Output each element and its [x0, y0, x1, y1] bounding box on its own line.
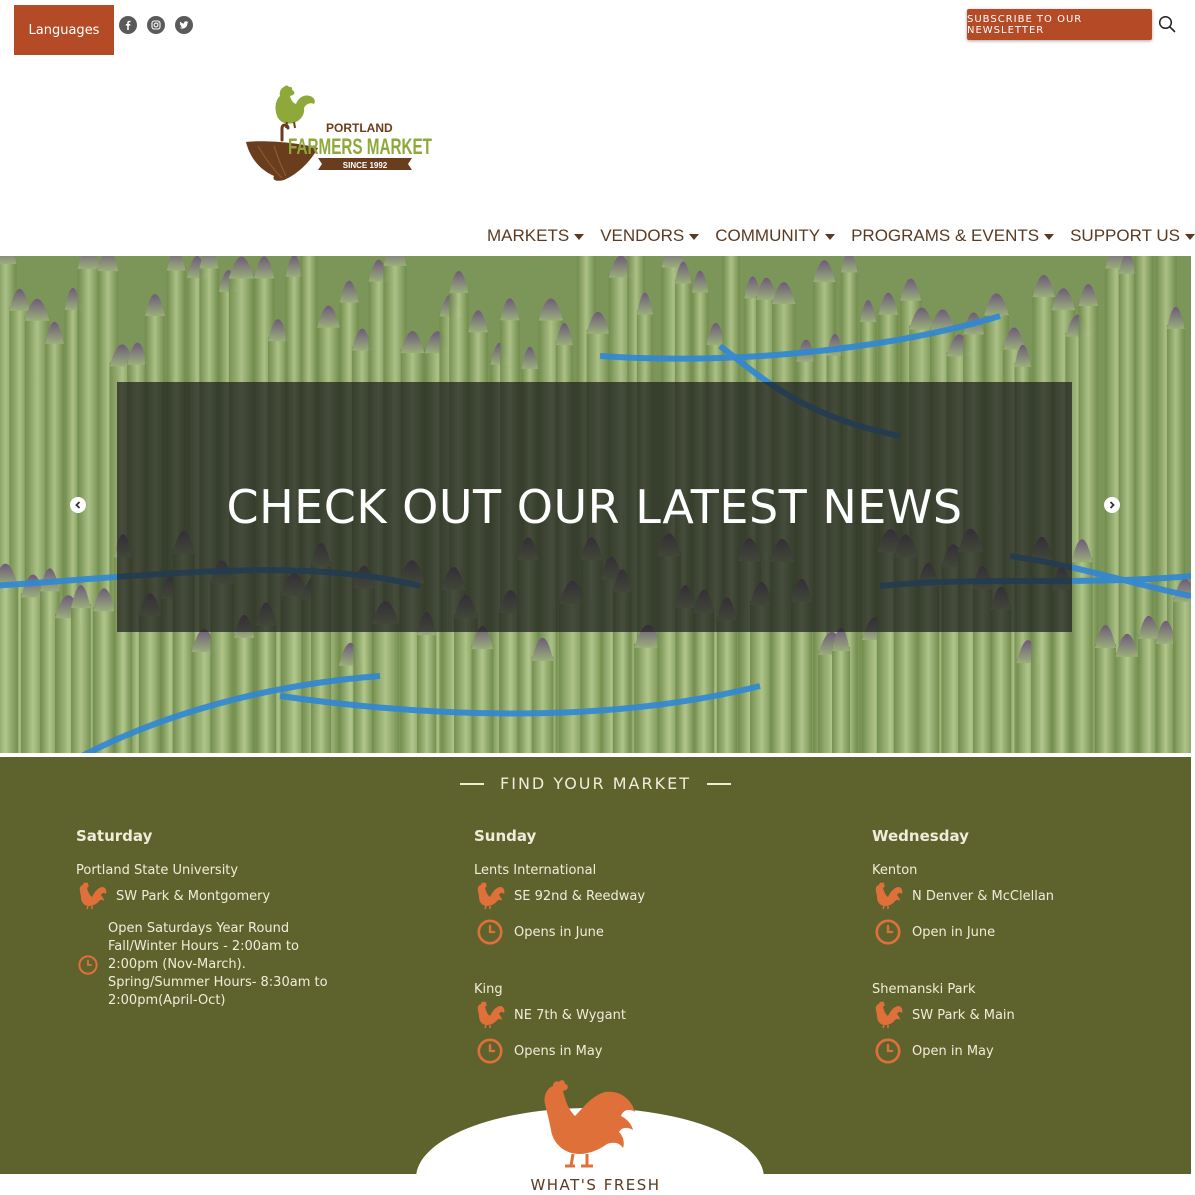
caret-down-icon	[1184, 234, 1195, 240]
clock-icon	[872, 916, 904, 948]
find-your-market-heading: FIND YOUR MARKET	[0, 774, 1191, 793]
rooster-icon	[544, 1080, 635, 1168]
nav-item-markets[interactable]: MARKETS	[487, 226, 585, 246]
subscribe-newsletter-button[interactable]: SUBSCRIBE TO OUR NEWSLETTER	[967, 9, 1152, 40]
market-address-row: SW Park & Main	[872, 999, 1172, 1031]
market-location-name[interactable]: Portland State University	[76, 863, 376, 878]
caret-down-icon	[825, 234, 836, 240]
market-column-sunday: Sunday Lents International SE 92nd & Ree…	[474, 827, 774, 1067]
logo-portland-text: PORTLAND	[326, 121, 393, 135]
market-column-saturday: Saturday Portland State University SW Pa…	[76, 827, 376, 1010]
market-hours-row: Open Saturdays Year Round Fall/Winter Ho…	[76, 920, 376, 1010]
nav-item-community[interactable]: COMMUNITY	[715, 226, 836, 246]
hero-caption-box[interactable]: CHECK OUT OUR LATEST NEWS	[117, 382, 1072, 632]
market-location-name[interactable]: Kenton	[872, 863, 1172, 878]
twitter-icon[interactable]	[175, 16, 193, 34]
rooster-icon	[76, 880, 108, 912]
nav-item-support-us[interactable]: SUPPORT US	[1070, 226, 1195, 246]
site-logo[interactable]: PORTLAND FARMERS MARKET SINCE 1992	[244, 84, 436, 188]
nav-item-programs-events[interactable]: PROGRAMS & EVENTS	[851, 226, 1055, 246]
clock-icon	[76, 949, 100, 981]
hero-carousel: CHECK OUT OUR LATEST NEWS	[0, 256, 1191, 753]
carousel-next-button[interactable]	[1104, 497, 1120, 513]
main-nav: MARKETS VENDORS COMMUNITY PROGRAMS & EVE…	[487, 226, 1195, 246]
chevron-left-icon	[75, 501, 81, 509]
hero-title: CHECK OUT OUR LATEST NEWS	[226, 480, 963, 534]
chevron-right-icon	[1109, 501, 1115, 509]
nav-item-vendors[interactable]: VENDORS	[600, 226, 700, 246]
whats-fresh-title[interactable]: WHAT'S FRESH	[0, 1176, 1191, 1194]
market-location-name[interactable]: King	[474, 982, 774, 997]
caret-down-icon	[1044, 234, 1055, 240]
market-hours-row: Open in May	[872, 1035, 1172, 1067]
caret-down-icon	[689, 234, 700, 240]
market-day-heading: Saturday	[76, 827, 153, 845]
market-column-wednesday: Wednesday Kenton N Denver & McClellan Op…	[872, 827, 1172, 1067]
logo-since-text: SINCE 1992	[343, 161, 388, 170]
search-icon[interactable]	[1158, 15, 1176, 33]
rooster-icon	[872, 999, 904, 1031]
rooster-icon	[872, 880, 904, 912]
instagram-icon[interactable]	[147, 16, 165, 34]
market-address-row: NE 7th & Wygant	[474, 999, 774, 1031]
languages-button[interactable]: Languages	[14, 5, 114, 55]
facebook-icon[interactable]	[119, 16, 137, 34]
market-address-row: SE 92nd & Reedway	[474, 880, 774, 912]
caret-down-icon	[574, 234, 585, 240]
carousel-prev-button[interactable]	[70, 497, 86, 513]
market-day-heading: Sunday	[474, 827, 537, 845]
market-address-row: SW Park & Montgomery	[76, 880, 376, 912]
logo-rooster-icon	[275, 85, 315, 129]
clock-icon	[872, 1035, 904, 1067]
clock-icon	[474, 1035, 506, 1067]
market-hours-row: Opens in June	[474, 916, 774, 948]
social-links	[119, 16, 193, 34]
market-location-name[interactable]: Lents International	[474, 863, 774, 878]
rooster-icon	[474, 880, 506, 912]
market-day-heading: Wednesday	[872, 827, 969, 845]
market-hours-row: Open in June	[872, 916, 1172, 948]
market-address-row: N Denver & McClellan	[872, 880, 1172, 912]
logo-farmers-market-text: FARMERS MARKET	[288, 134, 432, 159]
market-hours-row: Opens in May	[474, 1035, 774, 1067]
rooster-icon	[474, 999, 506, 1031]
market-location-name[interactable]: Shemanski Park	[872, 982, 1172, 997]
clock-icon	[474, 916, 506, 948]
